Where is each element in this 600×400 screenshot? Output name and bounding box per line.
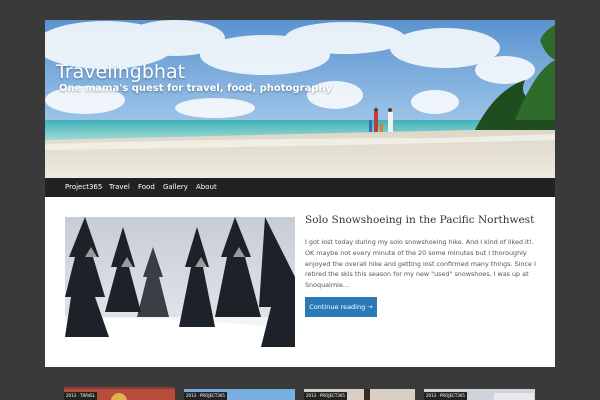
beach-banner-image	[45, 20, 555, 178]
recent-post-thumbnail[interactable]: 2013 · PROJECT365	[304, 387, 415, 400]
continue-reading-button[interactable]: Continue reading →	[305, 297, 377, 317]
site-title[interactable]: Travelingbhat	[56, 61, 185, 83]
main-navigation: Project365 Travel Food Gallery About	[45, 178, 555, 197]
recent-post-thumbnail[interactable]: 2013 · TRAVEL	[64, 387, 175, 400]
recent-post-thumbnail[interactable]: 2013 · PROJECT365	[184, 387, 295, 400]
nav-item-travel[interactable]: Travel	[109, 178, 130, 197]
featured-post-title[interactable]: Solo Snowshoeing in the Pacific Northwes…	[305, 214, 550, 226]
category-tag: 2013 · TRAVEL	[64, 392, 98, 400]
snow-forest-photo	[65, 217, 295, 347]
recent-post-thumbnail[interactable]: 2013 · PROJECT365	[424, 387, 535, 400]
category-tag: 2013 · PROJECT365	[424, 392, 467, 400]
header-banner[interactable]: Travelingbhat One mama's quest for trave…	[45, 20, 555, 178]
featured-post-area: Solo Snowshoeing in the Pacific Northwes…	[45, 197, 555, 367]
nav-item-food[interactable]: Food	[138, 178, 155, 197]
nav-item-project365[interactable]: Project365	[65, 178, 102, 197]
featured-post-excerpt: I got lost today during my solo snowshoe…	[305, 238, 536, 290]
featured-post-image[interactable]	[65, 217, 295, 347]
category-tag: 2013 · PROJECT365	[304, 392, 347, 400]
category-tag: 2013 · PROJECT365	[184, 392, 227, 400]
site-tagline: One mama's quest for travel, food, photo…	[59, 83, 333, 94]
nav-item-about[interactable]: About	[196, 178, 217, 197]
nav-item-gallery[interactable]: Gallery	[163, 178, 188, 197]
